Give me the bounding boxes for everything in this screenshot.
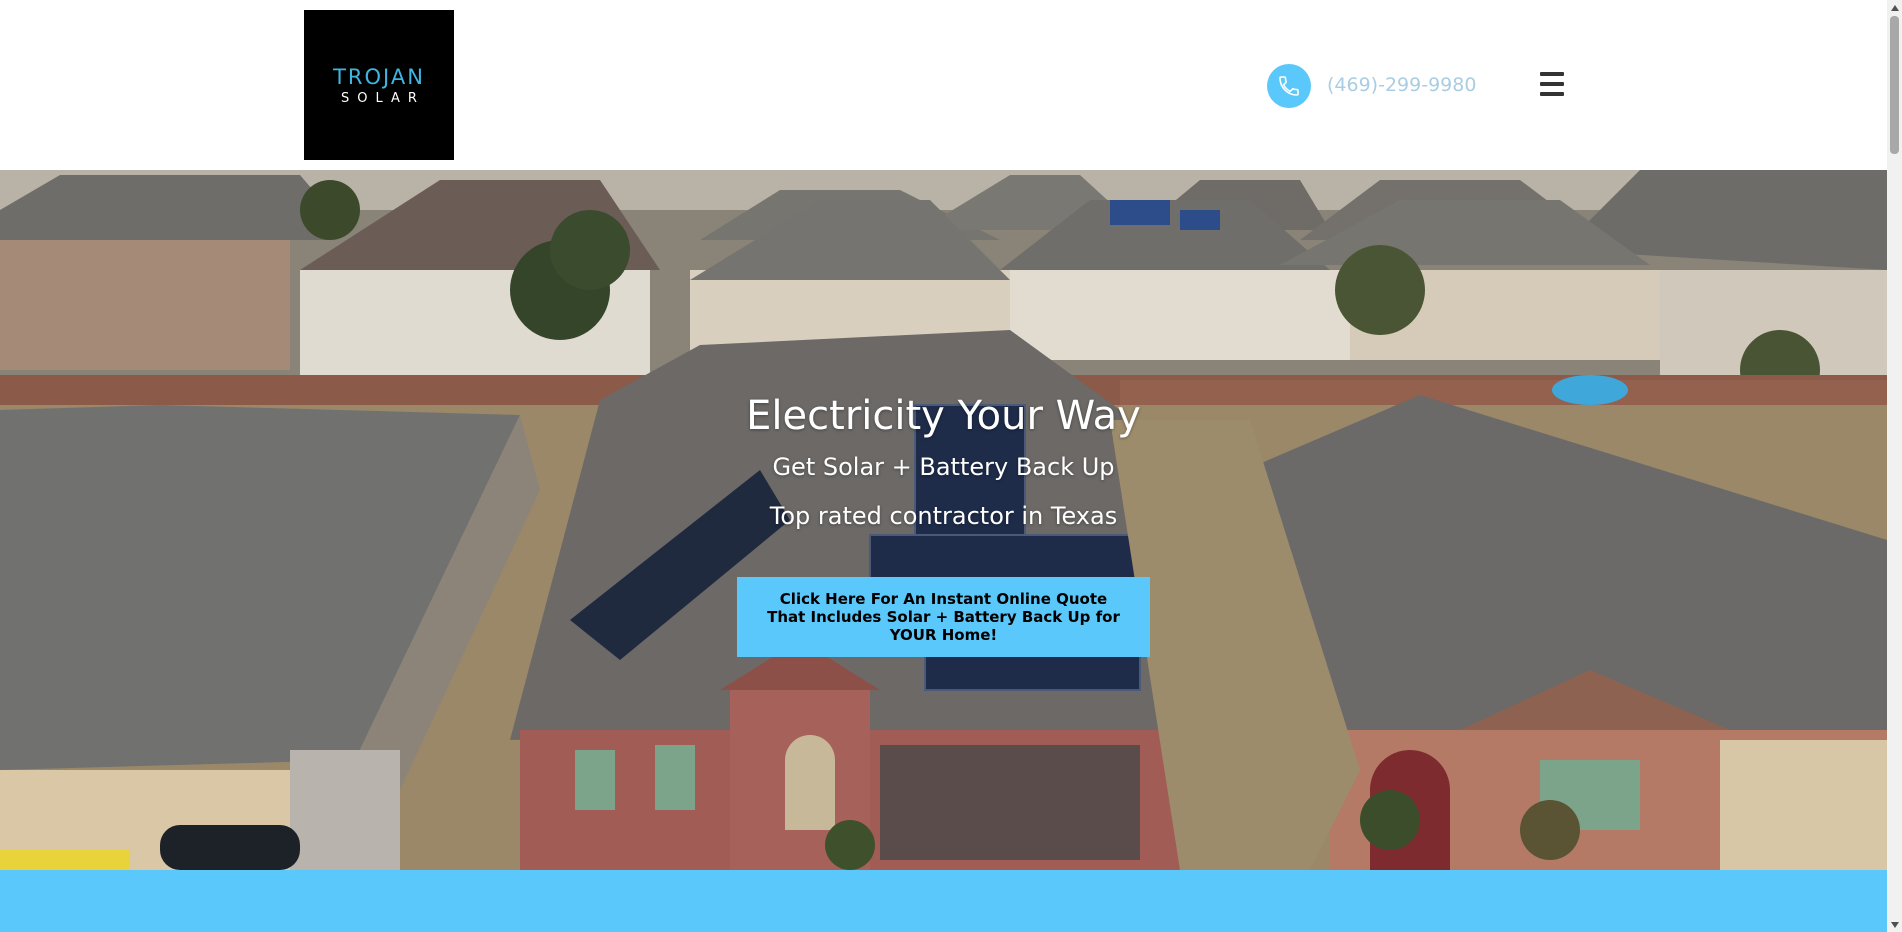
vertical-scrollbar[interactable]: [1887, 0, 1902, 932]
hamburger-menu-icon[interactable]: [1540, 72, 1564, 98]
scroll-up-arrow-icon[interactable]: [1887, 0, 1902, 15]
logo-wordmark: TROJAN: [333, 65, 425, 89]
hero-subtitle-1: Get Solar + Battery Back Up: [772, 453, 1115, 481]
instant-quote-button[interactable]: Click Here For An Instant Online Quote T…: [737, 577, 1150, 657]
accent-band: [0, 870, 1887, 932]
phone-icon[interactable]: [1267, 64, 1311, 108]
hero-title: Electricity Your Way: [746, 393, 1141, 439]
scroll-down-arrow-icon[interactable]: [1887, 917, 1902, 932]
hero-subtitle-2: Top rated contractor in Texas: [769, 502, 1118, 530]
site-header: TROJAN SOLAR (469)-299-9980: [0, 0, 1887, 170]
logo-line2: SOLAR: [341, 90, 425, 106]
logo-line1: TROJAN: [333, 64, 425, 89]
hero-section: Electricity Your Way Get Solar + Battery…: [0, 170, 1887, 870]
phone-number-link[interactable]: (469)-299-9980: [1327, 74, 1476, 96]
logo[interactable]: TROJAN SOLAR: [304, 10, 454, 160]
scrollbar-thumb[interactable]: [1890, 16, 1899, 154]
